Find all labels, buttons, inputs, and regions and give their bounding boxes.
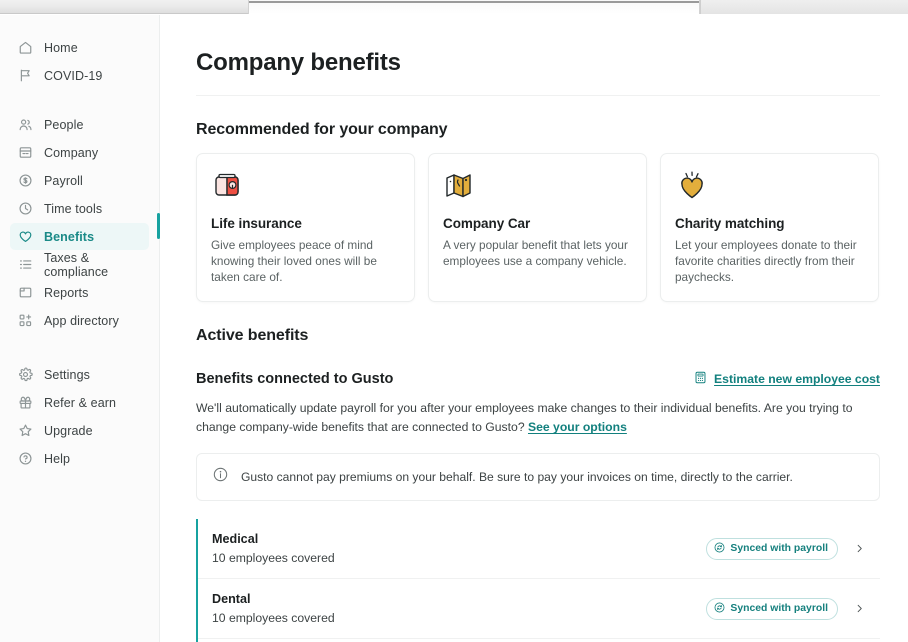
sidebar-group-2: Settings Refer & earn Upgrade Help [0, 361, 159, 472]
browser-tab-active[interactable] [248, 0, 700, 14]
sync-circle-icon [714, 542, 725, 556]
sidebar-item-app-directory[interactable]: App directory [10, 307, 149, 334]
benefit-coverage: 10 employees covered [212, 611, 335, 626]
connected-header-row: Benefits connected to Gusto Estimate new [196, 371, 880, 387]
benefit-coverage: 10 employees covered [212, 551, 335, 566]
benefit-info: Dental 10 employees covered [212, 592, 706, 625]
sidebar-item-label: Settings [44, 367, 90, 382]
sidebar-group-0: Home COVID-19 [0, 34, 159, 89]
home-icon [18, 40, 33, 55]
active-benefits-heading: Active benefits [196, 327, 309, 345]
sidebar-item-home[interactable]: Home [10, 34, 149, 61]
benefit-info: Medical 10 employees covered [212, 532, 706, 565]
benefit-name: Dental [212, 592, 251, 607]
people-icon [18, 117, 33, 132]
sidebar-item-label: Help [44, 451, 71, 466]
sidebar-group-1: People Company Payroll Time tools Benefits Ta… [0, 111, 159, 334]
browser-chrome-bar [0, 0, 908, 14]
estimate-link-label: Estimate new employee cost [714, 372, 880, 387]
sidebar-item-settings[interactable]: Settings [10, 361, 149, 388]
sidebar-item-payroll[interactable]: Payroll [10, 167, 149, 194]
title-divider [196, 95, 880, 96]
sidebar-item-label: People [44, 117, 84, 132]
sidebar-item-label: Upgrade [44, 423, 93, 438]
recommended-card-description: Let your employees donate to their favor… [675, 238, 857, 285]
premium-notice-banner: Gusto cannot pay premiums on your behalf… [196, 453, 880, 502]
sidebar-item-label: Taxes & compliance [44, 250, 109, 279]
recommended-heading: Recommended for your company [196, 121, 448, 138]
sidebar-item-label: Refer & earn [44, 395, 117, 410]
recommended-card-life-insurance[interactable]: Life insurance Give employees peace of m… [196, 153, 415, 303]
dollar-circle-icon [18, 173, 33, 188]
sidebar-item-label: App directory [44, 313, 119, 328]
premium-notice-text: Gusto cannot pay premiums on your behalf… [241, 470, 793, 485]
sidebar-item-label: COVID-19 [44, 68, 103, 83]
sidebar-item-label: Time tools [44, 201, 103, 216]
benefits-list: Medical 10 employees covered Synced with … [196, 519, 880, 642]
heart-icon [18, 229, 33, 244]
list-icon [18, 257, 33, 272]
heart-sparkle-icon [675, 169, 864, 207]
sidebar-item-label: Benefits [44, 229, 95, 244]
main-content: Company benefits Recommended for your co… [160, 15, 908, 642]
status-badge: Synced with payroll [706, 537, 838, 560]
gift-icon [18, 395, 33, 410]
sidebar-item-label: Payroll [44, 173, 83, 188]
recommended-card-company-car[interactable]: Company Car A very popular benefit that … [428, 153, 647, 303]
chevron-right-icon[interactable] [846, 543, 872, 554]
app-root: Home COVID-19 People Company Payroll Time too… [0, 15, 908, 642]
sidebar-item-help[interactable]: Help [10, 445, 149, 472]
sidebar-item-reports[interactable]: Reports [10, 279, 149, 306]
sync-circle-icon [714, 602, 725, 616]
connected-body-text: We'll automatically update payroll for y… [196, 401, 853, 435]
benefit-name: Medical [212, 532, 259, 547]
sidebar-item-taxes-compliance[interactable]: Taxes & compliance [10, 250, 149, 279]
benefit-row-medical[interactable]: Medical 10 employees covered Synced with … [198, 519, 880, 580]
sidebar-item-label: Reports [44, 285, 89, 300]
sidebar-divider-gap [0, 335, 159, 361]
status-badge: Synced with payroll [706, 597, 838, 620]
connected-body-copy: We'll automatically update payroll for y… [196, 399, 880, 437]
gear-icon [18, 367, 33, 382]
map-icon [443, 169, 632, 207]
sidebar-item-upgrade[interactable]: Upgrade [10, 417, 149, 444]
recommended-card-title: Life insurance [211, 216, 302, 231]
sidebar-item-label: Company [44, 145, 99, 160]
see-your-options-link[interactable]: See your options [528, 420, 627, 434]
sidebar-divider-gap [0, 90, 159, 111]
folder-icon [18, 285, 33, 300]
connected-heading: Benefits connected to Gusto [196, 371, 394, 388]
recommended-card-title: Company Car [443, 216, 531, 231]
status-badge-label: Synced with payroll [730, 603, 828, 615]
benefit-row-dental[interactable]: Dental 10 employees covered Synced with p… [198, 579, 880, 640]
recommended-card-title: Charity matching [675, 216, 785, 231]
star-icon [18, 423, 33, 438]
recommended-cards: Life insurance Give employees peace of m… [196, 153, 880, 303]
sidebar-item-label: Home [44, 40, 78, 55]
estimate-new-employee-cost-link[interactable]: Estimate new employee cost [694, 371, 880, 387]
clock-icon [18, 201, 33, 216]
apps-icon [18, 313, 33, 328]
sidebar-item-time-tools[interactable]: Time tools [10, 195, 149, 222]
sidebar-item-refer-earn[interactable]: Refer & earn [10, 389, 149, 416]
calculator-icon [694, 371, 707, 387]
sidebar-item-benefits[interactable]: Benefits [10, 223, 149, 250]
flag-icon [18, 68, 33, 83]
page-title: Company benefits [196, 49, 401, 76]
question-circle-icon [18, 451, 33, 466]
status-badge-label: Synced with payroll [730, 543, 828, 555]
browser-tab-secondary[interactable] [700, 0, 908, 14]
sidebar: Home COVID-19 People Company Payroll Time too… [0, 15, 160, 642]
info-circle-icon [213, 467, 228, 487]
sidebar-item-covid-19[interactable]: COVID-19 [10, 62, 149, 89]
sidebar-item-people[interactable]: People [10, 111, 149, 138]
safe-box-icon [211, 169, 400, 207]
building-icon [18, 145, 33, 160]
chevron-right-icon[interactable] [846, 603, 872, 614]
recommended-card-description: A very popular benefit that lets your em… [443, 238, 628, 269]
recommended-card-charity-matching[interactable]: Charity matching Let your employees dona… [660, 153, 879, 303]
sidebar-item-company[interactable]: Company [10, 139, 149, 166]
recommended-card-description: Give employees peace of mind knowing the… [211, 238, 377, 285]
